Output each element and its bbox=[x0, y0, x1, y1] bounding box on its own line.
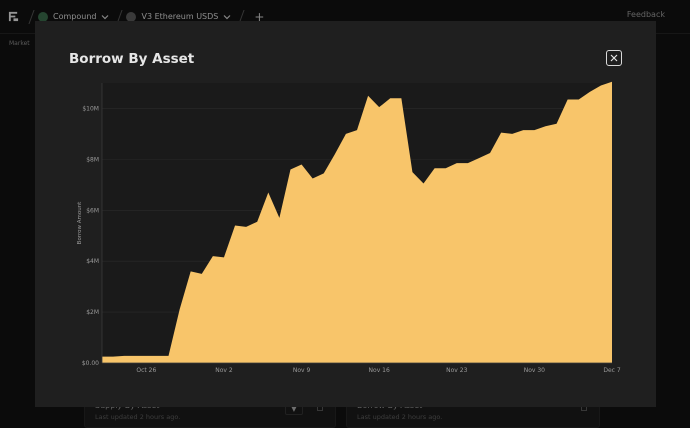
y-tick-label: $4M bbox=[86, 258, 99, 265]
x-tick-label: Nov 23 bbox=[446, 367, 467, 374]
borrow-area-chart: $0.00 $2M $4M $6M $8M $10M Oct 26 Nov 2 Nov 9 Nov… bbox=[77, 81, 621, 374]
y-tick-label: $2M bbox=[86, 309, 99, 316]
x-tick-label: Nov 16 bbox=[369, 367, 390, 374]
y-tick-label: $0.00 bbox=[82, 360, 99, 367]
x-tick-label: Dec 7 bbox=[603, 367, 621, 374]
y-tick-label: $10M bbox=[82, 105, 99, 112]
y-axis-label: Borrow Amount bbox=[77, 201, 83, 245]
y-tick-label: $6M bbox=[86, 207, 99, 214]
y-tick-label: $8M bbox=[86, 156, 99, 163]
x-tick-label: Oct 26 bbox=[136, 367, 156, 374]
x-tick-label: Nov 30 bbox=[524, 367, 545, 374]
chart-modal: Borrow By Asset $0.00 $2M $4M $6M $8M $10M Oct… bbox=[35, 21, 656, 407]
x-tick-label: Nov 2 bbox=[215, 367, 233, 374]
x-tick-label: Nov 9 bbox=[293, 367, 311, 374]
